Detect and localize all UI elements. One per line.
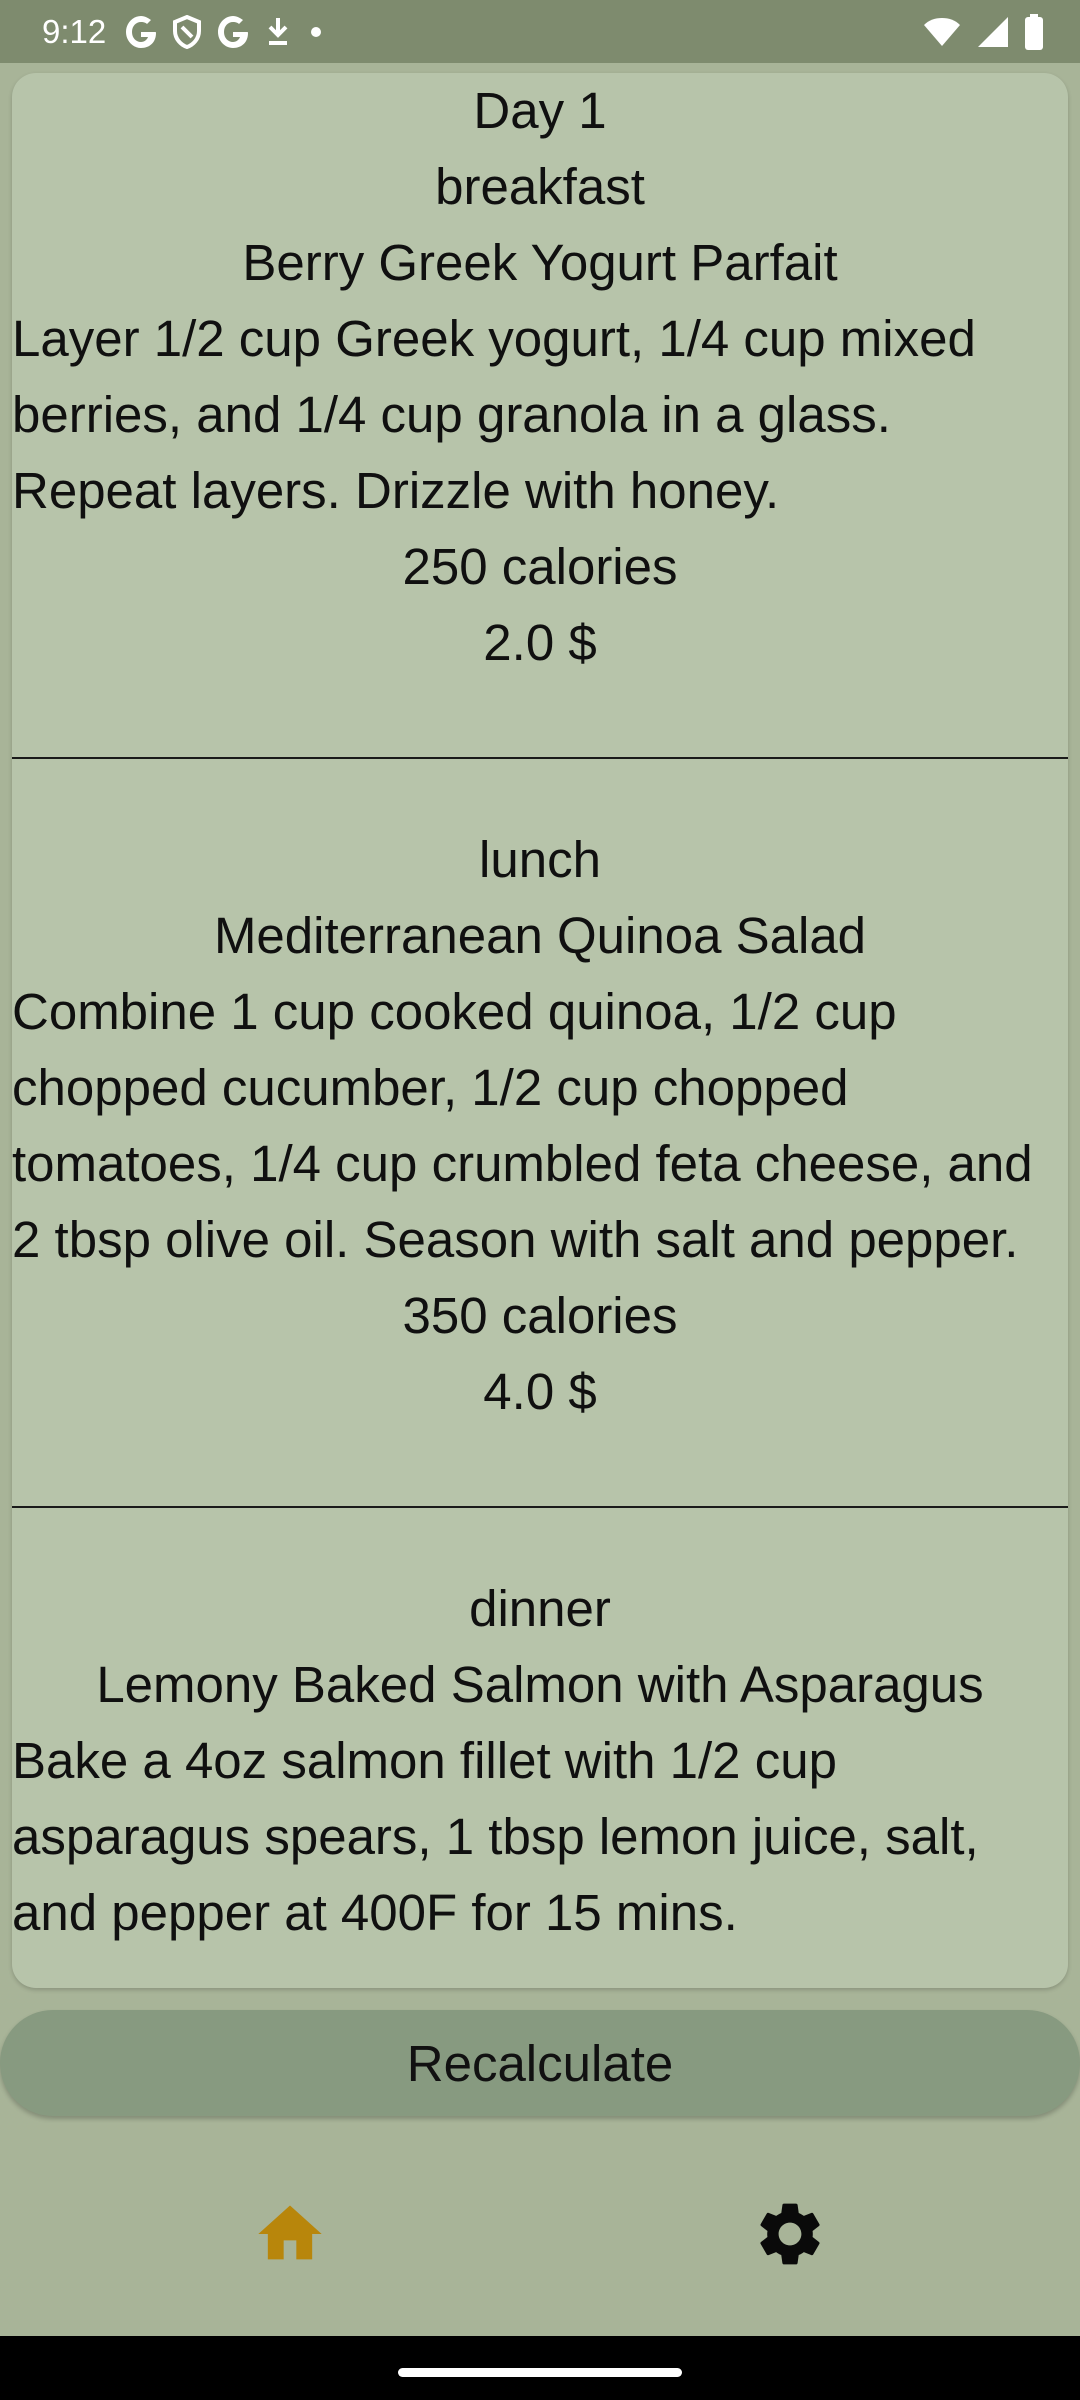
- meal-lunch: lunch Mediterranean Quinoa Salad Combine…: [12, 822, 1068, 1430]
- download-icon: [264, 15, 292, 49]
- gesture-navigation-bar: [0, 2336, 1080, 2400]
- meal-instructions: Bake a 4oz salmon fillet with 1/2 cup as…: [12, 1732, 979, 1941]
- status-notification-icons: [124, 14, 326, 50]
- meal-calories: 250 calories: [402, 538, 678, 595]
- google-icon: [216, 15, 250, 49]
- day-title: Day 1: [473, 82, 607, 139]
- home-gesture-handle[interactable]: [398, 2368, 682, 2377]
- meal-dinner: dinner Lemony Baked Salmon with Asparagu…: [12, 1571, 1068, 1951]
- meal-cost: 2.0 $: [483, 614, 597, 671]
- meal-type: lunch: [479, 831, 601, 888]
- status-time: 9:12: [42, 13, 107, 50]
- meal-calories: 350 calories: [402, 1287, 678, 1344]
- bottom-navigation: [0, 2136, 1080, 2336]
- home-icon[interactable]: [252, 2196, 328, 2272]
- shield-icon: [172, 15, 202, 49]
- recalculate-button[interactable]: Recalculate: [0, 2010, 1080, 2116]
- status-system-icons: [922, 14, 1044, 50]
- meal-type: dinner: [469, 1580, 611, 1637]
- meal-name: Lemony Baked Salmon with Asparagus: [96, 1656, 984, 1713]
- dot-icon: [306, 15, 326, 49]
- meal-name: Mediterranean Quinoa Salad: [213, 907, 867, 964]
- meal-instructions: Layer 1/2 cup Greek yogurt, 1/4 cup mixe…: [12, 310, 976, 519]
- wifi-icon: [922, 16, 962, 48]
- meal-plan-card: Day 1 breakfast Berry Greek Yogurt Parfa…: [12, 73, 1068, 1988]
- google-icon: [124, 15, 158, 49]
- meal-instructions: Combine 1 cup cooked quinoa, 1/2 cup cho…: [12, 983, 1033, 1268]
- status-bar: 9:12: [0, 0, 1080, 63]
- meal-name: Berry Greek Yogurt Parfait: [242, 234, 838, 291]
- battery-icon: [1024, 14, 1044, 50]
- meal-type: breakfast: [435, 158, 645, 215]
- meal-cost: 4.0 $: [483, 1363, 597, 1420]
- signal-icon: [976, 15, 1010, 49]
- gear-icon[interactable]: [752, 2196, 828, 2272]
- meal-breakfast: Day 1 breakfast Berry Greek Yogurt Parfa…: [12, 73, 1068, 681]
